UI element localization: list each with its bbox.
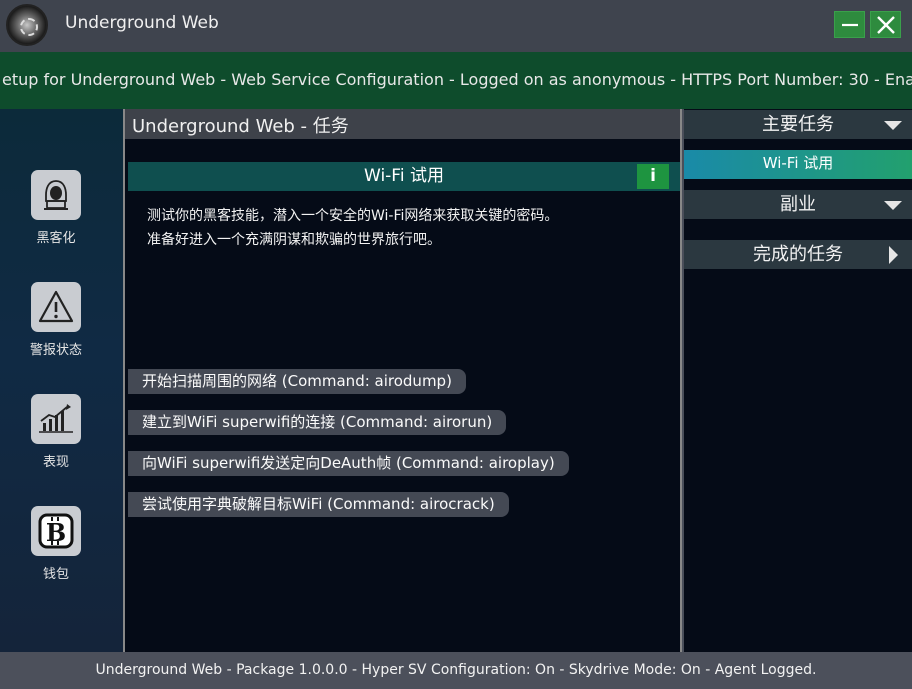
description-line: 测试你的黑客技能，潜入一个安全的Wi-Fi网络来获取关键的密码。 bbox=[147, 208, 559, 224]
warning-icon bbox=[31, 282, 81, 332]
sidebar-item-performance[interactable]: 表现 bbox=[0, 394, 112, 470]
status-footer: Underground Web - Package 1.0.0.0 - Hype… bbox=[0, 652, 912, 689]
mission-title: Wi-Fi 试用 bbox=[364, 166, 444, 186]
footer-text: Underground Web - Package 1.0.0.0 - Hype… bbox=[95, 662, 817, 678]
chevron-down-icon bbox=[884, 201, 902, 210]
sidebar-item-wallet[interactable]: B 钱包 bbox=[0, 506, 112, 582]
side-tasks-section[interactable]: 副业 bbox=[684, 190, 912, 219]
description-line: 准备好进入一个充满阴谋和欺骗的世界旅行吧。 bbox=[147, 232, 441, 248]
app-logo-icon bbox=[6, 4, 48, 46]
chevron-down-icon bbox=[884, 121, 902, 130]
hacker-icon bbox=[31, 170, 81, 220]
close-icon bbox=[876, 16, 895, 34]
close-button[interactable] bbox=[870, 11, 901, 38]
info-button[interactable]: i bbox=[637, 164, 669, 189]
status-marquee: etup for Underground Web - Web Service C… bbox=[0, 52, 912, 109]
panel-title: Underground Web - 任务 bbox=[132, 116, 349, 137]
completed-tasks-section[interactable]: 完成的任务 bbox=[684, 240, 912, 269]
minimize-icon bbox=[841, 23, 858, 27]
sidebar-item-label: 表现 bbox=[42, 455, 69, 470]
sidebar-item-label: 警报状态 bbox=[29, 343, 82, 358]
command-step-airodump[interactable]: 开始扫描周围的网络 (Command: airodump) bbox=[128, 369, 466, 394]
command-step-airoplay[interactable]: 向WiFi superwifi发送定向DeAuth帧 (Command: air… bbox=[128, 451, 569, 476]
wallet-bitcoin-icon: B bbox=[31, 506, 81, 556]
command-step-airocrack[interactable]: 尝试使用字典破解目标WiFi (Command: airocrack) bbox=[128, 492, 509, 517]
marquee-text: etup for Underground Web - Web Service C… bbox=[2, 70, 912, 89]
performance-chart-icon bbox=[31, 394, 81, 444]
task-panel: 主要任务 Wi-Fi 试用 副业 完成的任务 bbox=[684, 109, 912, 652]
mission-description: 测试你的黑客技能，潜入一个安全的Wi-Fi网络来获取关键的密码。 准备好进入一个… bbox=[147, 204, 558, 252]
mission-title-bar: Wi-Fi 试用 i bbox=[128, 162, 680, 191]
main-tasks-label: 主要任务 bbox=[762, 114, 834, 135]
sidebar-item-hacking[interactable]: 黑客化 bbox=[0, 170, 112, 246]
panel-header: Underground Web - 任务 bbox=[125, 109, 680, 139]
svg-text:B: B bbox=[46, 518, 66, 547]
sidebar-item-label: 黑客化 bbox=[36, 231, 76, 246]
chevron-right-icon bbox=[889, 246, 898, 264]
title-bar: Underground Web bbox=[0, 0, 912, 52]
mission-panel: Underground Web - 任务 Wi-Fi 试用 i 测试你的黑客技能… bbox=[123, 109, 682, 652]
side-tasks-label: 副业 bbox=[780, 194, 816, 215]
main-tasks-section[interactable]: 主要任务 bbox=[684, 110, 912, 139]
minimize-button[interactable] bbox=[834, 11, 865, 38]
task-item-wifi-trial[interactable]: Wi-Fi 试用 bbox=[684, 150, 912, 179]
sidebar: 黑客化 警报状态 表现 B 钱包 bbox=[0, 109, 123, 652]
command-step-airorun[interactable]: 建立到WiFi superwifi的连接 (Command: airorun) bbox=[128, 410, 507, 435]
sidebar-item-alert-status[interactable]: 警报状态 bbox=[0, 282, 112, 358]
window-title: Underground Web bbox=[65, 13, 219, 33]
sidebar-item-label: 钱包 bbox=[42, 567, 69, 582]
completed-tasks-label: 完成的任务 bbox=[753, 244, 843, 265]
